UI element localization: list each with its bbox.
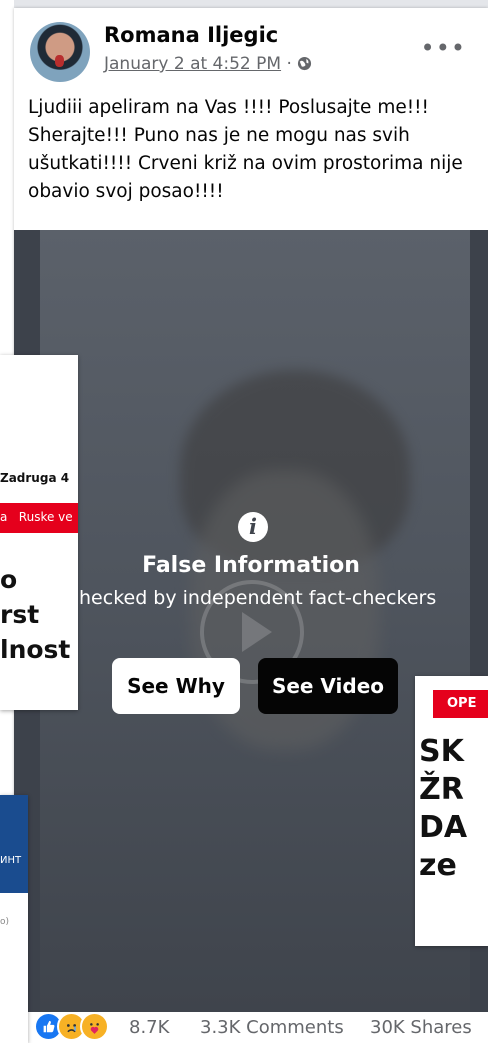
overlay-left-bottom-tag: ИНТ <box>0 855 22 866</box>
overlay-left-line-3: lnost <box>0 635 71 664</box>
post-meta: January 2 at 4:52 PM · <box>104 54 312 74</box>
overlay-left-bar-text: a Ruske ve <box>0 510 73 524</box>
info-icon: i <box>238 512 268 542</box>
globe-icon <box>298 56 312 71</box>
article-overlay-right: OPE SK ŽR DA ze <box>415 676 488 946</box>
overlay-right-line-3: DA <box>419 810 468 845</box>
article-overlay-left: Zadruga 4 a Ruske ve o rst lnost <box>0 355 78 710</box>
post-text: Ljudiii apeliram na Vas !!!! Poslusajte … <box>28 97 463 202</box>
see-why-button[interactable]: See Why <box>112 658 240 714</box>
author-name[interactable]: Romana Iljegic <box>104 23 278 47</box>
overlay-right-tag: OPE <box>433 690 488 718</box>
article-overlay-left-bottom: ИНТ o) <box>0 795 28 1043</box>
see-video-button[interactable]: See Video <box>258 658 398 714</box>
reactions[interactable] <box>34 1012 109 1041</box>
meta-separator: · <box>286 54 292 74</box>
shares-count[interactable]: 30K Shares <box>370 1017 472 1038</box>
overlay-left-bottom-small: o) <box>0 917 10 927</box>
overlay-right-line-1: SK <box>419 734 464 769</box>
reaction-count[interactable]: 8.7K <box>129 1017 169 1038</box>
overlay-right-line-4: ze <box>419 848 457 883</box>
false-information-title: False Information <box>142 553 360 578</box>
post-date[interactable]: January 2 at 4:52 PM <box>104 54 281 74</box>
overlay-right-line-2: ŽR <box>419 772 464 807</box>
fact-checkers-subtitle: Checked by independent fact-checkers <box>65 587 437 609</box>
overlay-left-blue-bar: ИНТ <box>0 795 28 893</box>
overlay-left-heading: Zadruga 4 <box>0 471 70 485</box>
care-reaction-icon <box>80 1012 109 1041</box>
overlay-left-line-1: o <box>0 565 18 594</box>
post-footer: 8.7K 3.3K Comments 30K Shares <box>14 1012 488 1043</box>
overlay-left-red-bar: a Ruske ve <box>0 503 78 533</box>
more-options-icon[interactable]: ••• <box>421 34 466 62</box>
overlay-left-line-2: rst <box>0 600 40 629</box>
comments-count[interactable]: 3.3K Comments <box>200 1017 344 1038</box>
author-avatar[interactable] <box>30 22 90 82</box>
